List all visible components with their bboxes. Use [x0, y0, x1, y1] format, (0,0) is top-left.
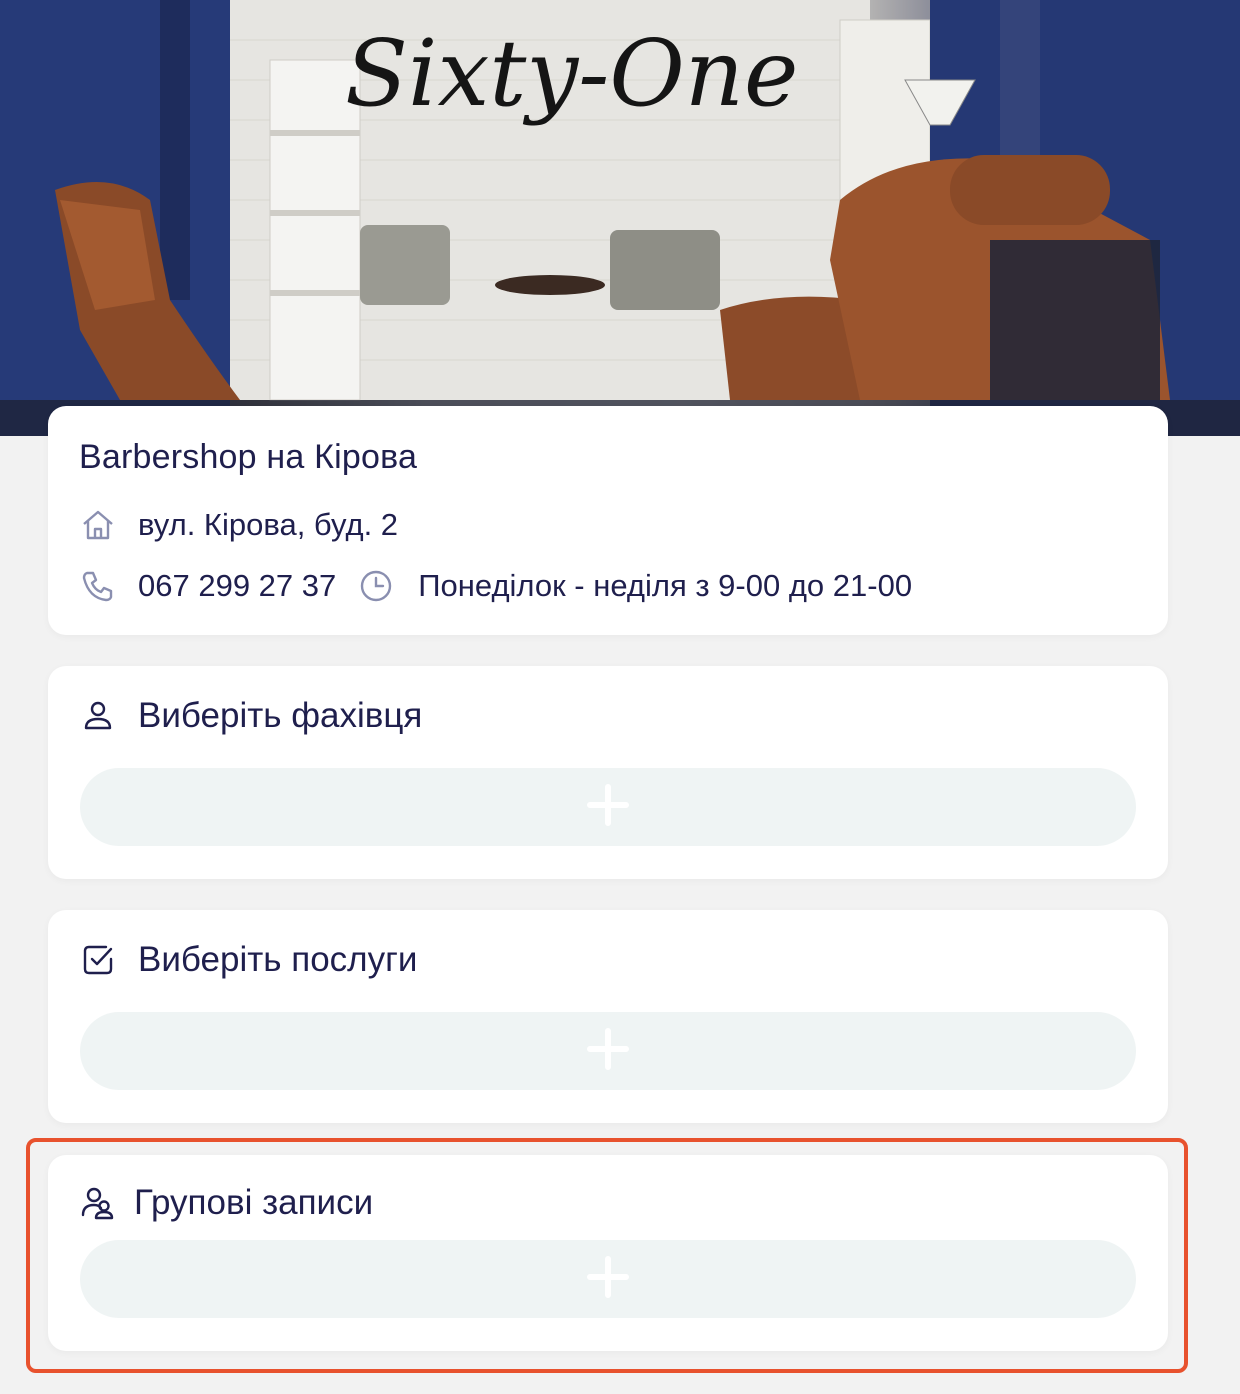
specialist-section: Виберіть фахівця	[48, 666, 1168, 879]
shop-name: Barbershop на Кірова	[79, 438, 418, 476]
phone-icon	[78, 566, 118, 606]
specialist-header: Виберіть фахівця	[78, 696, 422, 736]
specialist-label: Виберіть фахівця	[138, 696, 423, 735]
shop-address: вул. Кірова, буд. 2	[138, 507, 399, 542]
user-icon	[78, 696, 118, 736]
add-specialist-button[interactable]	[80, 768, 1136, 846]
hero-sign-text: Sixty-One	[345, 20, 799, 127]
checkbox-icon	[78, 940, 118, 980]
plus-icon	[587, 783, 629, 831]
add-services-button[interactable]	[80, 1012, 1136, 1090]
contact-row: 067 299 27 37 Понеділок - неділя з 9-00 …	[78, 566, 912, 606]
shop-phone[interactable]: 067 299 27 37	[138, 568, 336, 604]
group-bookings-section: Групові записи	[48, 1155, 1168, 1351]
shop-info-card: Barbershop на Кірова вул. Кірова, буд. 2…	[48, 406, 1168, 635]
address-row: вул. Кірова, буд. 2	[78, 505, 398, 545]
hero-image: Sixty-One	[0, 0, 1240, 436]
group-icon	[78, 1183, 118, 1223]
clock-icon	[356, 566, 396, 606]
add-group-booking-button[interactable]	[80, 1240, 1136, 1318]
services-header: Виберіть послуги	[78, 940, 417, 980]
group-header: Групові записи	[78, 1183, 373, 1223]
group-label: Групові записи	[134, 1183, 374, 1222]
plus-icon	[587, 1255, 629, 1303]
services-section: Виберіть послуги	[48, 910, 1168, 1123]
services-label: Виберіть послуги	[138, 940, 418, 979]
plus-icon	[587, 1027, 629, 1075]
shop-hours: Понеділок - неділя з 9-00 до 21-00	[418, 568, 913, 603]
home-icon	[78, 505, 118, 545]
